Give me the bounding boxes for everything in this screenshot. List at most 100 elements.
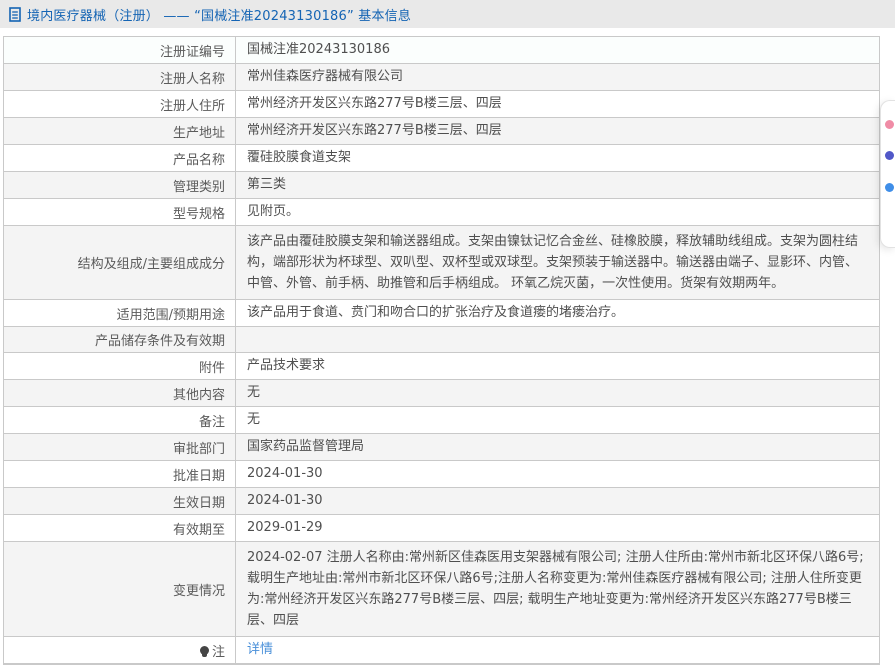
row-label-text: 注册人名称 [159, 71, 225, 87]
row-value-text: 无 [247, 412, 261, 427]
row-value: 2024-02-07 注册人名称由:常州新区佳森医用支架器械有限公司; 注册人住… [236, 542, 879, 636]
document-icon [9, 6, 21, 22]
row-value-text: 该产品用于食道、贲门和吻合口的扩张治疗及食道瘘的堵瘘治疗。 [247, 305, 625, 320]
row-value: 2024-01-30 [236, 488, 879, 514]
row-label-text: 产品储存条件及有效期 [94, 334, 225, 349]
row-label: 注册人住所 [4, 91, 236, 117]
row-value-text: 2024-01-30 [247, 493, 323, 508]
row-label: 生产地址 [4, 118, 236, 144]
row-value: 覆硅胶膜食道支架 [236, 145, 879, 171]
row-value-text: 常州经济开发区兴东路277号B楼三层、四层 [247, 123, 502, 138]
row-value-text: 该产品由覆硅胶膜支架和输送器组成。支架由镍钛记忆合金丝、硅橡胶膜，释放辅助线组成… [247, 234, 859, 291]
table-row: 注 详情 [4, 637, 879, 664]
row-value: 2024-01-30 [236, 461, 879, 487]
row-value: 见附页。 [236, 199, 879, 225]
table-row: 生效日期 2024-01-30 [4, 488, 879, 515]
table-row: 管理类别 第三类 [4, 172, 879, 199]
row-label: 产品储存条件及有效期 [4, 327, 236, 352]
row-label-text: 附件 [198, 360, 225, 376]
table-row: 产品名称 覆硅胶膜食道支架 [4, 145, 879, 172]
blue-icon[interactable] [885, 183, 894, 192]
row-label-text: 有效期至 [172, 522, 225, 538]
row-label-text: 管理类别 [172, 179, 225, 195]
table-row: 型号规格 见附页。 [4, 199, 879, 226]
row-value-text: 国家药品监督管理局 [247, 439, 365, 454]
row-value-text: 国械注准20243130186 [247, 42, 390, 57]
row-value: 常州佳森医疗器械有限公司 [236, 64, 879, 90]
row-label-text: 型号规格 [172, 206, 225, 222]
row-label-text: 注 [211, 644, 225, 660]
row-value: 无 [236, 380, 879, 406]
row-value-text: 常州佳森医疗器械有限公司 [247, 69, 404, 84]
row-value: 常州经济开发区兴东路277号B楼三层、四层 [236, 91, 879, 117]
row-value-text: 第三类 [247, 177, 287, 192]
info-table: 注册证编号 国械注准20243130186 注册人名称 常州佳森医疗器械有限公司 注册人… [3, 36, 880, 665]
row-label: 生效日期 [4, 488, 236, 514]
row-value: 国家药品监督管理局 [236, 434, 879, 460]
row-label-text: 备注 [198, 414, 225, 430]
row-label-text: 生效日期 [172, 495, 225, 511]
page-title: 境内医疗器械（注册） —— “国械注准20243130186” 基本信息 [27, 8, 412, 24]
row-value: 无 [236, 407, 879, 433]
row-label-text: 注册证编号 [159, 44, 225, 60]
row-value: 产品技术要求 [236, 353, 879, 379]
row-label: 有效期至 [4, 515, 236, 541]
row-value: 2029-01-29 [236, 515, 879, 541]
table-row: 审批部门 国家药品监督管理局 [4, 434, 879, 461]
row-label: 备注 [4, 407, 236, 433]
row-label: 其他内容 [4, 380, 236, 406]
table-row: 产品储存条件及有效期 [4, 327, 879, 353]
row-label-text: 适用范围/预期用途 [116, 307, 225, 323]
page-header: 境内医疗器械（注册） —— “国械注准20243130186” 基本信息 [0, 0, 895, 28]
row-label-text: 生产地址 [172, 125, 225, 141]
row-label: 注 [4, 637, 236, 663]
row-value-text: 覆硅胶膜食道支架 [247, 150, 352, 165]
table-row: 有效期至 2029-01-29 [4, 515, 879, 542]
details-link[interactable]: 详情 [247, 640, 273, 660]
row-label: 型号规格 [4, 199, 236, 225]
row-value: 该产品用于食道、贲门和吻合口的扩张治疗及食道瘘的堵瘘治疗。 [236, 300, 879, 326]
row-label-text: 产品名称 [172, 152, 225, 168]
row-label-text: 其他内容 [172, 387, 225, 403]
row-value: 第三类 [236, 172, 879, 198]
row-value-text: 2024-01-30 [247, 466, 323, 481]
row-label: 审批部门 [4, 434, 236, 460]
row-label-text: 变更情况 [172, 583, 225, 599]
row-label: 注册证编号 [4, 37, 236, 63]
row-value-text: 产品技术要求 [247, 358, 326, 373]
pink-icon[interactable] [885, 120, 894, 129]
table-row: 注册人住所 常州经济开发区兴东路277号B楼三层、四层 [4, 91, 879, 118]
table-row: 备注 无 [4, 407, 879, 434]
table-row: 变更情况 2024-02-07 注册人名称由:常州新区佳森医用支架器械有限公司; … [4, 542, 879, 637]
row-value-text: 2024-02-07 注册人名称由:常州新区佳森医用支架器械有限公司; 注册人住… [247, 550, 864, 628]
bulb-icon [199, 645, 209, 657]
row-value-text: 无 [247, 385, 261, 400]
table-row: 适用范围/预期用途 该产品用于食道、贲门和吻合口的扩张治疗及食道瘘的堵瘘治疗。 [4, 300, 879, 327]
table-row: 结构及组成/主要组成成分 该产品由覆硅胶膜支架和输送器组成。支架由镍钛记忆合金丝、… [4, 226, 879, 300]
row-label: 附件 [4, 353, 236, 379]
indigo-icon[interactable] [885, 151, 894, 160]
row-value: 该产品由覆硅胶膜支架和输送器组成。支架由镍钛记忆合金丝、硅橡胶膜，释放辅助线组成… [236, 226, 879, 299]
row-value: 国械注准20243130186 [236, 37, 879, 63]
row-label-text: 审批部门 [172, 441, 225, 457]
row-label: 管理类别 [4, 172, 236, 198]
row-value: 常州经济开发区兴东路277号B楼三层、四层 [236, 118, 879, 144]
row-label: 变更情况 [4, 542, 236, 636]
row-label-text: 批准日期 [172, 468, 225, 484]
table-row: 生产地址 常州经济开发区兴东路277号B楼三层、四层 [4, 118, 879, 145]
table-row: 批准日期 2024-01-30 [4, 461, 879, 488]
row-value-text: 常州经济开发区兴东路277号B楼三层、四层 [247, 96, 502, 111]
row-label: 注册人名称 [4, 64, 236, 90]
row-label: 结构及组成/主要组成成分 [4, 226, 236, 299]
row-label: 批准日期 [4, 461, 236, 487]
row-label: 适用范围/预期用途 [4, 300, 236, 326]
table-row: 其他内容 无 [4, 380, 879, 407]
row-value [236, 327, 879, 352]
table-row: 注册证编号 国械注准20243130186 [4, 37, 879, 64]
table-row: 注册人名称 常州佳森医疗器械有限公司 [4, 64, 879, 91]
side-widget-panel[interactable] [880, 100, 895, 248]
row-label-text: 注册人住所 [159, 98, 225, 114]
row-value-text: 2029-01-29 [247, 520, 323, 535]
row-label: 产品名称 [4, 145, 236, 171]
row-value: 详情 [236, 637, 879, 663]
